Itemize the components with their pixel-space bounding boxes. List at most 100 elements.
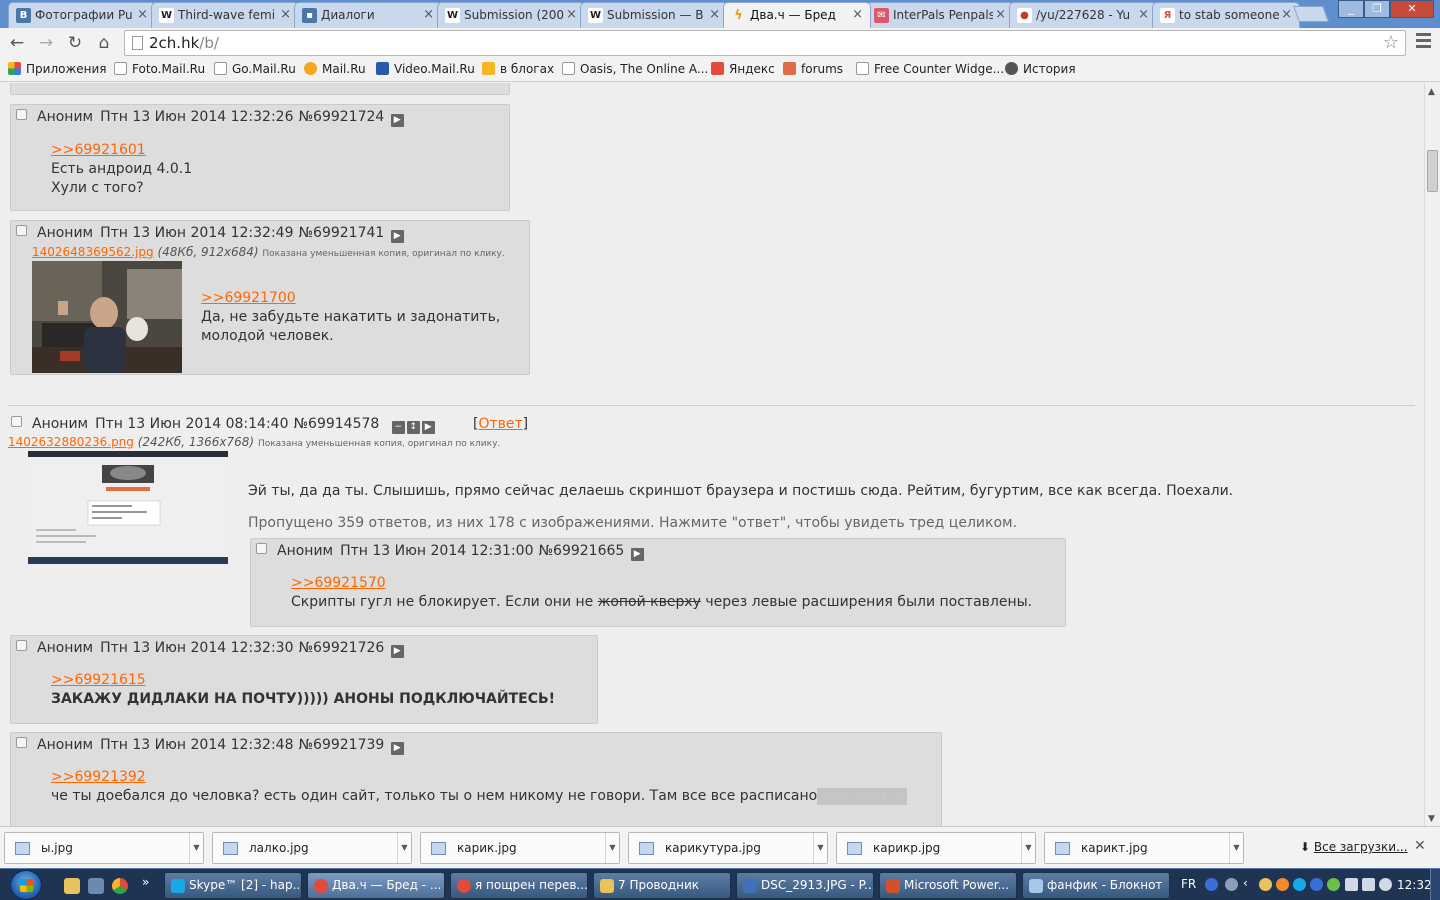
minimize-icon[interactable]: _ (1338, 0, 1364, 18)
taskbar-item-explorer[interactable]: 7 Проводник (593, 872, 731, 899)
tab-8[interactable]: ● /yu/227628 - Yu × (1009, 2, 1157, 28)
bookmark-go-mail[interactable]: Go.Mail.Ru (214, 62, 296, 76)
download-menu-icon[interactable]: ▼ (1229, 833, 1243, 863)
bookmark-video-mail[interactable]: Video.Mail.Ru (376, 62, 475, 76)
bookmark-apps[interactable]: Приложения (8, 62, 107, 76)
tab-7[interactable]: ✉ InterPals Penpals × (866, 2, 1014, 28)
language-indicator[interactable]: FR (1181, 877, 1196, 891)
download-item[interactable]: карик.jpg ▼ (420, 832, 620, 864)
scrollbar-thumb[interactable] (1427, 150, 1438, 192)
taskbar-item-skype[interactable]: Skype™ [2] - hap... (164, 872, 302, 899)
signal-icon[interactable] (1362, 878, 1375, 891)
expand-arrow-icon[interactable]: ▶ (390, 230, 404, 243)
post-number[interactable]: №69914578 (293, 416, 379, 432)
reload-icon[interactable]: ↻ (64, 32, 86, 54)
reply-link[interactable]: >>69921570 (291, 575, 386, 591)
hide-thread-icon[interactable]: − (391, 421, 405, 434)
volume-icon[interactable] (1379, 878, 1392, 891)
post-number[interactable]: №69921741 (298, 225, 384, 241)
taskbar-item-powerpoint[interactable]: Microsoft Power... (879, 872, 1017, 899)
system-clock[interactable]: 12:32 (1397, 878, 1432, 892)
bookmark-oasis[interactable]: Oasis, The Online A... (562, 62, 708, 76)
download-item[interactable]: ы.jpg ▼ (4, 832, 204, 864)
tray-expand-icon[interactable]: ‹ (1243, 876, 1248, 890)
close-icon[interactable]: × (566, 3, 577, 27)
close-icon[interactable]: × (852, 3, 863, 27)
expand-arrow-icon[interactable]: ▶ (390, 742, 404, 755)
tab-4[interactable]: W Submission (200 × (437, 2, 585, 28)
post-checkbox[interactable] (16, 737, 27, 748)
star-icon[interactable]: ☆ (1383, 32, 1399, 53)
reply-link[interactable]: >>69921392 (51, 769, 146, 785)
download-item[interactable]: лалко.jpg ▼ (212, 832, 412, 864)
close-icon[interactable]: × (137, 3, 148, 27)
bookmark-yandex[interactable]: Яндекс (711, 62, 775, 76)
tray-app-icon[interactable] (1276, 878, 1289, 891)
taskbar-item-chrome-2ch[interactable]: Два.ч — Бред - ... (307, 872, 445, 899)
expand-thread-icon[interactable]: ↕ (406, 421, 420, 434)
tab-9[interactable]: Я to stab someone × (1152, 2, 1300, 28)
close-icon[interactable]: × (280, 3, 291, 27)
maximize-icon[interactable]: ❐ (1364, 0, 1390, 18)
spoiler-text[interactable]: www.google.ru (817, 788, 907, 805)
download-menu-icon[interactable]: ▼ (1021, 833, 1035, 863)
post-number[interactable]: №69921724 (298, 109, 384, 125)
download-item[interactable]: карикт.jpg ▼ (1044, 832, 1244, 864)
media-player-icon[interactable] (64, 878, 80, 894)
download-menu-icon[interactable]: ▼ (813, 833, 827, 863)
file-link[interactable]: 1402632880236.png (8, 435, 134, 449)
bookmark-blogs[interactable]: в блогах (482, 62, 554, 76)
scroll-down-icon[interactable]: ▼ (1428, 814, 1435, 824)
post-number[interactable]: №69921665 (538, 543, 624, 559)
close-icon[interactable]: × (1281, 3, 1292, 27)
close-icon[interactable]: ✕ (1414, 838, 1426, 854)
tab-5[interactable]: W Submission — B × (580, 2, 728, 28)
window-close-icon[interactable]: ✕ (1390, 0, 1434, 18)
tab-2[interactable]: W Third-wave femi × (151, 2, 299, 28)
expand-arrow-icon[interactable]: ▶ (390, 114, 404, 127)
start-button[interactable] (10, 870, 42, 900)
bookmark-mail[interactable]: Mail.Ru (304, 62, 366, 76)
bookmark-foto-mail[interactable]: Foto.Mail.Ru (114, 62, 205, 76)
download-menu-icon[interactable]: ▼ (397, 833, 411, 863)
download-item[interactable]: карикутура.jpg ▼ (628, 832, 828, 864)
bookmark-free-counter[interactable]: Free Counter Widge... (856, 62, 1004, 76)
utorrent-icon[interactable] (1327, 878, 1340, 891)
reply-button-label[interactable]: Ответ (478, 416, 522, 432)
download-menu-icon[interactable]: ▼ (605, 833, 619, 863)
post-checkbox[interactable] (16, 225, 27, 236)
download-item[interactable]: карикр.jpg ▼ (836, 832, 1036, 864)
back-icon[interactable]: ← (6, 32, 28, 54)
bookmark-forums[interactable]: forums (783, 62, 843, 76)
file-link[interactable]: 1402648369562.jpg (32, 245, 154, 259)
post-image-thumbnail[interactable] (32, 261, 182, 373)
bookmark-history[interactable]: История (1005, 62, 1076, 76)
reply-link[interactable]: >>69921615 (51, 672, 146, 688)
post-number[interactable]: №69921726 (298, 640, 384, 656)
tab-1[interactable]: В Фотографии Pu × (8, 2, 156, 28)
download-menu-icon[interactable]: ▼ (189, 833, 203, 863)
tray-app-icon[interactable] (1259, 878, 1272, 891)
new-tab-button[interactable] (1293, 6, 1329, 22)
chrome-icon[interactable] (112, 878, 128, 894)
expand-arrow-icon[interactable]: ▶ (630, 548, 644, 561)
post-checkbox[interactable] (16, 640, 27, 651)
close-icon[interactable]: × (1138, 3, 1149, 27)
scroll-up-icon[interactable]: ▲ (1428, 87, 1435, 97)
home-icon[interactable]: ⌂ (93, 32, 115, 54)
all-downloads-link[interactable]: ⬇ Все загрузки... (1300, 840, 1408, 854)
close-icon[interactable]: × (423, 3, 434, 27)
explorer-icon[interactable] (88, 878, 104, 894)
help-icon[interactable] (1205, 878, 1218, 891)
reply-link[interactable]: >>69921601 (51, 142, 146, 158)
show-desktop-button[interactable] (1430, 869, 1440, 900)
battery-icon[interactable] (1345, 878, 1358, 891)
post-checkbox[interactable] (16, 109, 27, 120)
expand-arrow-icon[interactable]: ▶ (421, 421, 435, 434)
quicklaunch-more-icon[interactable]: » (142, 875, 149, 889)
taskbar-item-notepad[interactable]: фанфик - Блокнот (1022, 872, 1170, 899)
skype-tray-icon[interactable] (1293, 878, 1306, 891)
op-reply-button[interactable]: [Ответ] (473, 416, 528, 432)
address-bar[interactable]: 2ch.hk/b/ ☆ (124, 30, 1406, 56)
expand-arrow-icon[interactable]: ▶ (390, 645, 404, 658)
